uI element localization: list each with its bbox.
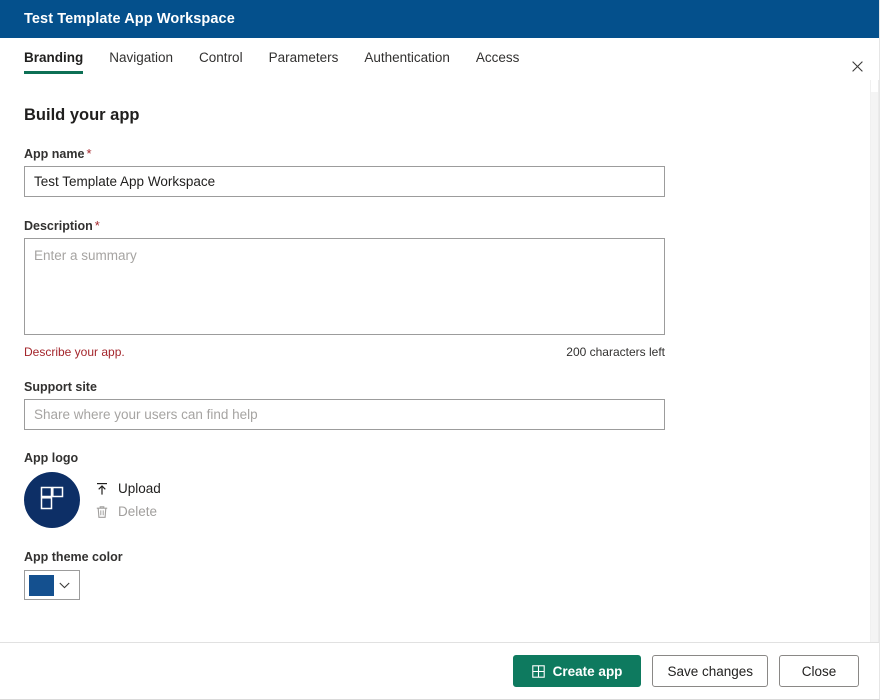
app-logo-label: App logo: [24, 451, 878, 465]
upload-logo-button[interactable]: Upload: [94, 481, 161, 497]
branding-panel: Build your app App name* Description* De…: [0, 80, 879, 642]
tab-parameters[interactable]: Parameters: [269, 38, 339, 74]
support-site-input[interactable]: [24, 399, 665, 430]
chevron-down-icon: [54, 582, 75, 589]
description-character-counter: 200 characters left: [566, 345, 665, 359]
color-swatch: [29, 575, 54, 596]
description-field: Description* Describe your app. 200 char…: [24, 218, 878, 359]
app-grid-icon: [532, 665, 545, 678]
description-textarea[interactable]: [24, 238, 665, 335]
description-required-marker: *: [93, 218, 100, 233]
support-site-label: Support site: [24, 380, 878, 394]
avatar: [24, 472, 80, 528]
app-logo-actions: Upload Delete: [94, 481, 161, 520]
delete-logo-button[interactable]: Delete: [94, 504, 161, 520]
tab-access[interactable]: Access: [476, 38, 520, 74]
app-theme-color-field: App theme color: [24, 550, 878, 600]
create-app-button[interactable]: Create app: [513, 655, 642, 687]
close-button[interactable]: Close: [779, 655, 859, 687]
app-name-label: App name*: [24, 146, 878, 161]
page-title: Test Template App Workspace: [0, 11, 235, 27]
description-helper-row: Describe your app. 200 characters left: [24, 345, 665, 359]
tab-bar: Branding Navigation Control Parameters A…: [0, 38, 879, 80]
app-name-field: App name*: [24, 146, 878, 197]
description-error-message: Describe your app.: [24, 345, 125, 359]
close-icon: [852, 61, 863, 72]
app-grid-logo-icon: [39, 485, 65, 516]
trash-icon: [94, 504, 110, 520]
dialog-footer: Create app Save changes Close: [0, 642, 879, 699]
save-changes-button[interactable]: Save changes: [652, 655, 768, 687]
title-bar: Test Template App Workspace: [0, 0, 879, 38]
app-logo-row: Upload Delete: [24, 472, 878, 528]
scrollbar-track[interactable]: [870, 80, 878, 642]
tab-branding[interactable]: Branding: [24, 38, 83, 74]
app-theme-color-picker[interactable]: [24, 570, 80, 600]
app-theme-color-label: App theme color: [24, 550, 878, 564]
tab-control[interactable]: Control: [199, 38, 243, 74]
app-name-input[interactable]: [24, 166, 665, 197]
description-label-text: Description: [24, 219, 93, 233]
close-dialog-button[interactable]: [846, 55, 868, 77]
app-name-required-marker: *: [84, 146, 91, 161]
app-dialog: Test Template App Workspace Branding Nav…: [0, 0, 880, 700]
upload-icon: [94, 481, 110, 497]
tab-authentication[interactable]: Authentication: [364, 38, 450, 74]
create-app-label: Create app: [553, 664, 623, 679]
upload-logo-label: Upload: [118, 481, 161, 496]
app-name-label-text: App name: [24, 147, 84, 161]
delete-logo-label: Delete: [118, 504, 157, 519]
app-logo-field: App logo: [24, 451, 878, 528]
scrollbar-thumb[interactable]: [871, 92, 878, 642]
support-site-field: Support site: [24, 380, 878, 430]
section-heading: Build your app: [24, 106, 878, 125]
tab-navigation[interactable]: Navigation: [109, 38, 173, 74]
description-label: Description*: [24, 218, 878, 233]
